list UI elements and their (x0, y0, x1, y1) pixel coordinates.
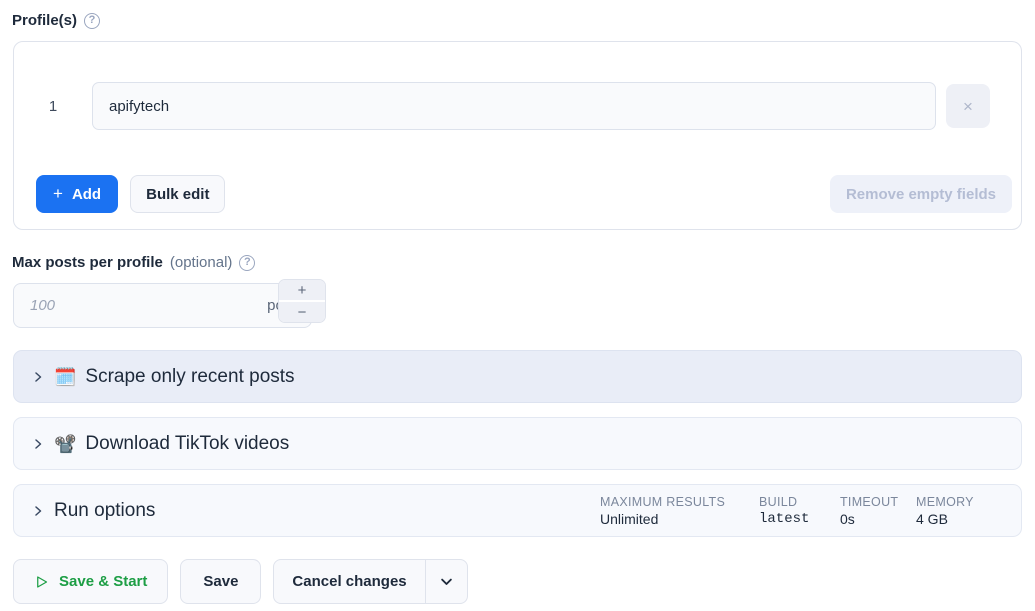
chevron-right-icon (35, 438, 42, 449)
calendar-icon: 🗓️ (54, 366, 77, 387)
chevron-down-icon (440, 578, 452, 585)
chevron-right-icon (35, 371, 42, 382)
max-posts-optional-tag: (optional) (169, 254, 233, 271)
question-circle-icon[interactable]: ? (239, 254, 256, 271)
meta-value: 4 GB (916, 510, 948, 527)
max-posts-stepper: + − (278, 279, 326, 323)
actor-input-form: Profile(s) ? 1 × + Add Bulk edit Remove … (0, 0, 1035, 611)
section-title: Download TikTok videos (85, 432, 290, 454)
meta-value: 0s (840, 510, 855, 527)
section-title: Run options (54, 499, 156, 521)
profile-row-index: 1 (48, 97, 58, 115)
section-title: Scrape only recent posts (85, 365, 295, 387)
max-posts-label-text: Max posts per profile (12, 254, 163, 271)
chevron-right-icon (35, 505, 42, 516)
meta-value: latest (759, 510, 810, 527)
meta-memory: MEMORY 4 GB (916, 495, 986, 527)
bulk-edit-button[interactable]: Bulk edit (130, 175, 226, 213)
profiles-card: 1 × + Add Bulk edit Remove empty fields (13, 41, 1022, 230)
cancel-changes-button[interactable]: Cancel changes (274, 560, 424, 603)
profiles-card-actions: + Add Bulk edit (36, 175, 226, 213)
meta-key: TIMEOUT (840, 494, 899, 509)
add-profile-button-label: Add (71, 185, 102, 203)
meta-key: MEMORY (916, 494, 974, 509)
max-posts-input[interactable] (14, 284, 268, 327)
meta-timeout: TIMEOUT 0s (840, 495, 916, 527)
meta-key: BUILD (759, 494, 798, 509)
profiles-label-text: Profile(s) (12, 12, 78, 29)
max-posts-field-label: Max posts per profile (optional) ? (12, 254, 256, 271)
stepper-increment-button[interactable]: + (279, 280, 325, 302)
remove-empty-fields-button[interactable]: Remove empty fields (829, 175, 1012, 213)
meta-value: Unlimited (600, 510, 659, 527)
profile-input[interactable] (92, 82, 936, 130)
question-circle-icon[interactable]: ? (84, 12, 101, 29)
save-button[interactable]: Save (180, 559, 262, 604)
close-icon: × (963, 96, 973, 116)
cancel-changes-split-button: Cancel changes (273, 559, 468, 604)
stepper-decrement-button[interactable]: − (279, 302, 325, 322)
max-posts-field: posts + − (13, 279, 326, 328)
run-options-summary: MAXIMUM RESULTS Unlimited BUILD latest T… (600, 495, 1021, 527)
profile-row: 1 × (14, 82, 1021, 130)
section-scrape-only-recent-posts[interactable]: 🗓️ Scrape only recent posts (13, 350, 1022, 403)
film-projector-icon: 📽️ (54, 433, 77, 454)
meta-build: BUILD latest (759, 495, 840, 527)
plus-icon: + (53, 183, 63, 203)
section-download-tiktok-videos[interactable]: 📽️ Download TikTok videos (13, 417, 1022, 470)
form-footer-actions: Save & Start Save Cancel changes (13, 559, 468, 604)
meta-key: MAXIMUM RESULTS (600, 494, 726, 509)
cancel-changes-dropdown-button[interactable] (424, 560, 467, 603)
add-profile-button[interactable]: + Add (36, 175, 119, 213)
remove-profile-row-button[interactable]: × (946, 84, 990, 128)
meta-maximum-results: MAXIMUM RESULTS Unlimited (600, 495, 759, 527)
profiles-field-label: Profile(s) ? (12, 12, 101, 29)
play-icon (37, 575, 48, 588)
save-and-start-button[interactable]: Save & Start (13, 559, 169, 604)
save-and-start-label: Save & Start (59, 573, 148, 590)
section-run-options[interactable]: Run options MAXIMUM RESULTS Unlimited BU… (13, 484, 1022, 537)
